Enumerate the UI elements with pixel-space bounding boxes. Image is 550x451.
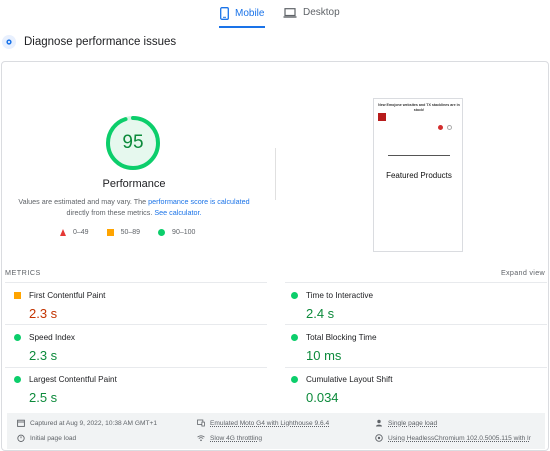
preview-header-icons [438,125,452,130]
tab-mobile[interactable]: Mobile [220,7,264,20]
metric-value: 10 ms [306,348,342,363]
user-icon [375,419,383,427]
preview-logo [378,113,386,121]
emulated-info: Emulated Moto G4 with Lighthouse 9.6.4 [197,419,329,427]
single-page-info: Single page load [375,419,437,427]
timer-icon [17,434,25,442]
calendar-icon [17,419,25,427]
laptop-icon [283,7,297,18]
throttling-info: Slow 4G throttling [197,434,262,442]
performance-note: Values are estimated and may vary. The p… [16,196,252,218]
metric-speed-index: Speed Index 2.3 s [14,333,254,363]
square-icon [106,229,114,236]
legend-average: 50–89 [106,229,141,236]
wifi-icon [197,434,205,442]
browser-text[interactable]: Using HeadlessChromium 102.0.5005.115 wi… [388,435,531,442]
metric-label: First Contentful Paint [29,291,106,300]
metric-lcp: Largest Contentful Paint 2.5 s [14,375,254,405]
legend-poor-label: 0–49 [73,229,89,236]
initial-load-text: Initial page load [30,434,77,442]
metric-label: Largest Contentful Paint [29,375,117,384]
metrics-divider [285,324,547,325]
triangle-icon [60,229,66,236]
single-page-text[interactable]: Single page load [388,420,437,427]
metric-label: Cumulative Layout Shift [306,375,393,384]
browser-info: Using HeadlessChromium 102.0.5005.115 wi… [375,434,531,442]
good-circle-icon [291,334,298,341]
run-info-footer: Captured at Aug 9, 2022, 10:38 AM GMT+1 … [7,413,545,449]
score-calculated-link[interactable]: performance score is calculated [148,197,249,206]
note-text-1: Values are estimated and may vary. The [18,197,149,206]
device-icon [197,419,205,427]
captured-info: Captured at Aug 9, 2022, 10:38 AM GMT+1 [17,419,157,427]
metric-value: 0.034 [306,390,339,405]
metric-value: 2.3 s [29,348,58,363]
diagnose-icon [2,35,16,49]
tab-mobile-label: Mobile [235,8,265,19]
active-tab-indicator [219,26,265,28]
metric-value: 2.3 s [29,306,58,321]
score-legend: 0–49 50–89 90–100 [60,229,213,236]
good-circle-icon [291,292,298,299]
expand-view-toggle[interactable]: Expand view [501,268,545,277]
see-calculator-link[interactable]: See calculator. [154,208,201,217]
performance-label: Performance [102,178,166,190]
metrics-title: METRICS [5,268,41,277]
tab-desktop-label: Desktop [303,7,340,18]
metric-value: 2.4 s [306,306,335,321]
captured-text: Captured at Aug 9, 2022, 10:38 AM GMT+1 [30,419,158,427]
diagnose-title: Diagnose performance issues [24,36,177,48]
browser-icon [375,434,383,442]
page-screenshot-preview: New Emojone websites and TX stacklines a… [373,98,463,252]
tab-desktop[interactable]: Desktop [283,7,340,18]
metric-cls: Cumulative Layout Shift 0.034 [291,375,531,405]
preview-headline: New Emojone websites and TX stacklines a… [378,103,460,112]
diagnose-heading: Diagnose performance issues [2,35,176,49]
metric-fcp: First Contentful Paint 2.3 s [14,291,254,321]
good-circle-icon [14,334,21,341]
metrics-divider [285,282,547,283]
metric-label: Time to Interactive [306,291,374,300]
preview-divider [388,155,450,156]
legend-good: 90–100 [158,229,195,236]
note-text-2: directly from these metrics. [66,208,155,217]
metrics-divider [5,367,267,368]
metric-label: Total Blocking Time [306,333,377,342]
circle-icon [158,229,166,236]
metrics-divider [285,367,547,368]
average-square-icon [14,292,21,299]
legend-good-label: 90–100 [172,229,196,236]
section-divider [275,148,276,200]
good-circle-icon [291,376,298,383]
legend-average-label: 50–89 [120,229,141,236]
metric-tbt: Total Blocking Time 10 ms [291,333,531,363]
metric-label: Speed Index [29,333,75,342]
emulated-text[interactable]: Emulated Moto G4 with Lighthouse 9.6.4 [210,420,329,427]
metrics-divider [5,282,267,283]
score-gauge: 95 [104,114,162,172]
legend-poor: 0–49 [60,229,89,236]
phone-icon [220,7,229,20]
performance-card: 95 Performance Values are estimated and … [1,61,549,451]
device-tabs: Mobile Desktop [0,0,550,30]
metric-value: 2.5 s [29,390,58,405]
metrics-header: METRICS Expand view [5,268,545,277]
performance-score: 95 [122,132,144,153]
good-circle-icon [14,376,21,383]
metrics-divider [5,324,267,325]
preview-featured-heading: Featured Products [386,171,452,180]
metric-tti: Time to Interactive 2.4 s [291,291,531,321]
throttling-text[interactable]: Slow 4G throttling [210,435,262,442]
initial-load-info: Initial page load [17,434,76,442]
